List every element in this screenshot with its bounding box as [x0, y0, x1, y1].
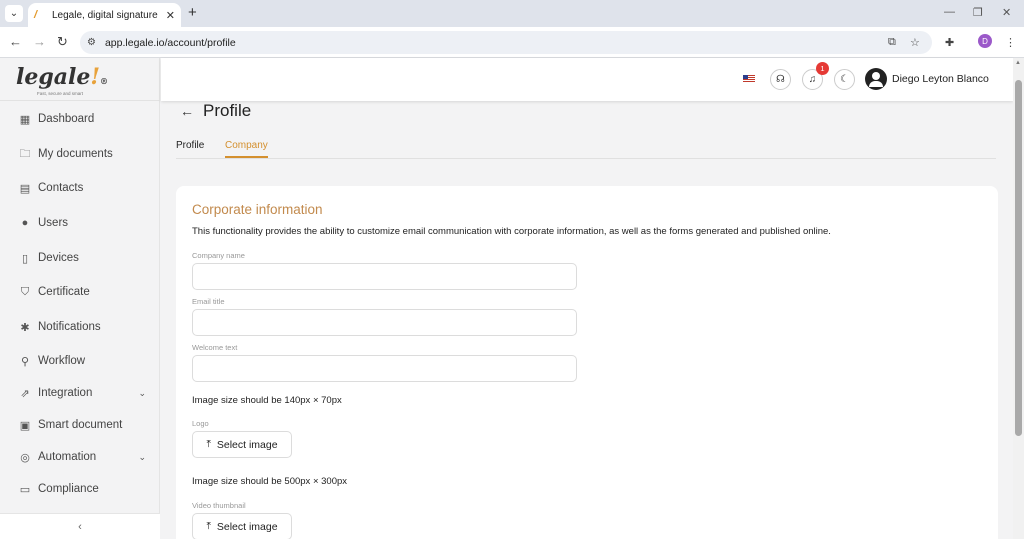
address-bar-url: app.legale.io/account/profile — [104, 36, 236, 49]
sidebar-item-devices[interactable]: ▯ Devices — [0, 243, 160, 273]
bell-icon: ✱ — [20, 321, 30, 334]
sidebar-item-contacts[interactable]: ▤ Contacts — [0, 173, 160, 203]
tab-profile[interactable]: Profile — [176, 140, 204, 151]
select-logo-button[interactable]: ⤒ Select image — [192, 431, 292, 458]
select-video-thumbnail-button[interactable]: ⤒ Select image — [192, 513, 292, 539]
active-tab-indicator — [225, 156, 268, 158]
sidebar-item-certificate[interactable]: ⛉ Certificate — [0, 277, 160, 307]
chevron-down-icon: ⌄ — [138, 387, 146, 398]
back-icon[interactable]: ← — [9, 34, 22, 50]
us-flag-icon[interactable] — [743, 75, 755, 83]
sidebar-item-notifications[interactable]: ✱ Notifications — [0, 312, 160, 342]
user-name[interactable]: Diego Leyton Blanco — [892, 73, 989, 85]
legale-logo[interactable]: legale!® — [16, 64, 108, 90]
user-icon: ● — [21, 217, 29, 229]
company-name-label: Company name — [192, 251, 245, 260]
page-title: Profile — [203, 101, 252, 120]
section-description: This functionality provides the ability … — [192, 226, 831, 237]
shield-check-icon: ⛉ — [20, 285, 30, 298]
chevron-down-icon: ⌄ — [138, 451, 146, 462]
sidebar: legale!® Fast, secure and smart ▦ Dashboa… — [0, 58, 160, 539]
browser-tab[interactable]: / Legale, digital signature ✕ — [28, 3, 181, 27]
section-title: Corporate information — [192, 202, 323, 217]
minimize-icon[interactable]: — — [944, 6, 955, 18]
welcome-text-input[interactable] — [192, 355, 577, 382]
support-button[interactable]: ☊ — [770, 69, 791, 90]
upload-icon: ⤒ — [206, 439, 211, 450]
headset-icon: ☊ — [776, 74, 785, 85]
chevron-left-icon: ‹ — [78, 520, 82, 533]
new-tab-button[interactable]: + — [188, 5, 197, 21]
sidebar-item-users[interactable]: ● Users — [0, 208, 160, 238]
sidebar-item-integration[interactable]: ⇗ Integration ⌄ — [0, 378, 160, 408]
browser-toolbar: ← → ↻ ⚙ app.legale.io/account/profile ⧉ … — [0, 27, 1024, 58]
welcome-text-label: Welcome text — [192, 343, 238, 352]
company-name-input[interactable] — [192, 263, 577, 290]
logo-tagline: Fast, secure and smart — [37, 91, 84, 96]
upload-icon: ⤒ — [206, 521, 211, 532]
notification-count-badge: 1 — [816, 62, 829, 75]
scrollbar-thumb[interactable] — [1015, 80, 1022, 436]
sidebar-collapse-button[interactable]: ‹ — [0, 513, 160, 539]
contacts-icon: ▤ — [19, 182, 31, 195]
tab-company[interactable]: Company — [225, 140, 268, 151]
email-title-input[interactable] — [192, 309, 577, 336]
browser-menu-icon[interactable]: ⋮ — [1005, 36, 1016, 49]
logo-size-hint: Image size should be 140px × 70px — [192, 395, 342, 406]
bell-icon: ♫ — [808, 74, 817, 85]
workflow-icon: ⚲ — [20, 355, 30, 368]
browser-tab-title: Legale, digital signature — [52, 9, 158, 21]
email-title-label: Email title — [192, 297, 225, 306]
back-arrow-icon[interactable]: ← — [180, 103, 194, 119]
tablet-icon: ▯ — [21, 252, 29, 265]
sidebar-item-workflow[interactable]: ⚲ Workflow — [0, 346, 160, 376]
install-app-icon[interactable]: ⧉ — [888, 36, 896, 49]
address-bar[interactable]: ⚙ app.legale.io/account/profile — [80, 31, 932, 54]
close-window-icon[interactable]: ✕ — [1002, 6, 1011, 19]
chat-icon: ▭ — [19, 483, 31, 496]
reload-icon[interactable]: ↻ — [57, 34, 68, 50]
chevron-down-icon: ⌄ — [9, 8, 19, 19]
sidebar-item-my-documents[interactable]: 🗀 My documents — [0, 139, 160, 169]
bookmark-star-icon[interactable]: ☆ — [910, 36, 920, 49]
folder-icon: 🗀 — [19, 147, 31, 160]
smart-document-icon: ▣ — [19, 419, 31, 432]
app-header: ☊ ♫ 1 ☾ Diego Leyton Blanco — [161, 58, 1013, 101]
scroll-up-icon[interactable]: ▲ — [1015, 60, 1021, 66]
tabs-divider — [176, 158, 996, 159]
browser-profile-avatar[interactable]: D — [978, 34, 992, 48]
video-thumbnail-size-hint: Image size should be 500px × 300px — [192, 476, 348, 487]
user-avatar[interactable] — [865, 68, 887, 90]
video-thumbnail-label: Video thumbnail — [192, 501, 246, 510]
automation-icon: ◎ — [20, 451, 30, 464]
legale-favicon-icon: / — [34, 9, 38, 21]
sidebar-item-compliance[interactable]: ▭ Compliance — [0, 474, 160, 504]
theme-toggle-button[interactable]: ☾ — [834, 69, 855, 90]
sidebar-item-smart-document[interactable]: ▣ Smart document — [0, 410, 160, 440]
restore-icon[interactable]: ❐ — [973, 6, 983, 19]
site-settings-icon[interactable]: ⚙ — [87, 37, 96, 48]
divider — [0, 100, 160, 101]
tab-search-button[interactable]: ⌄ — [5, 5, 23, 22]
external-link-icon: ⇗ — [20, 387, 30, 400]
sidebar-item-dashboard[interactable]: ▦ Dashboard — [0, 104, 160, 134]
browser-tab-strip: ⌄ / Legale, digital signature ✕ + — ❐ ✕ — [0, 0, 1024, 27]
extensions-icon[interactable]: ✚ — [945, 36, 954, 49]
moon-icon: ☾ — [840, 74, 849, 85]
dashboard-icon: ▦ — [19, 113, 31, 126]
forward-icon[interactable]: → — [33, 34, 46, 50]
logo-label: Logo — [192, 419, 209, 428]
sidebar-item-automation[interactable]: ◎ Automation ⌄ — [0, 442, 160, 472]
close-tab-icon[interactable]: ✕ — [166, 9, 175, 22]
